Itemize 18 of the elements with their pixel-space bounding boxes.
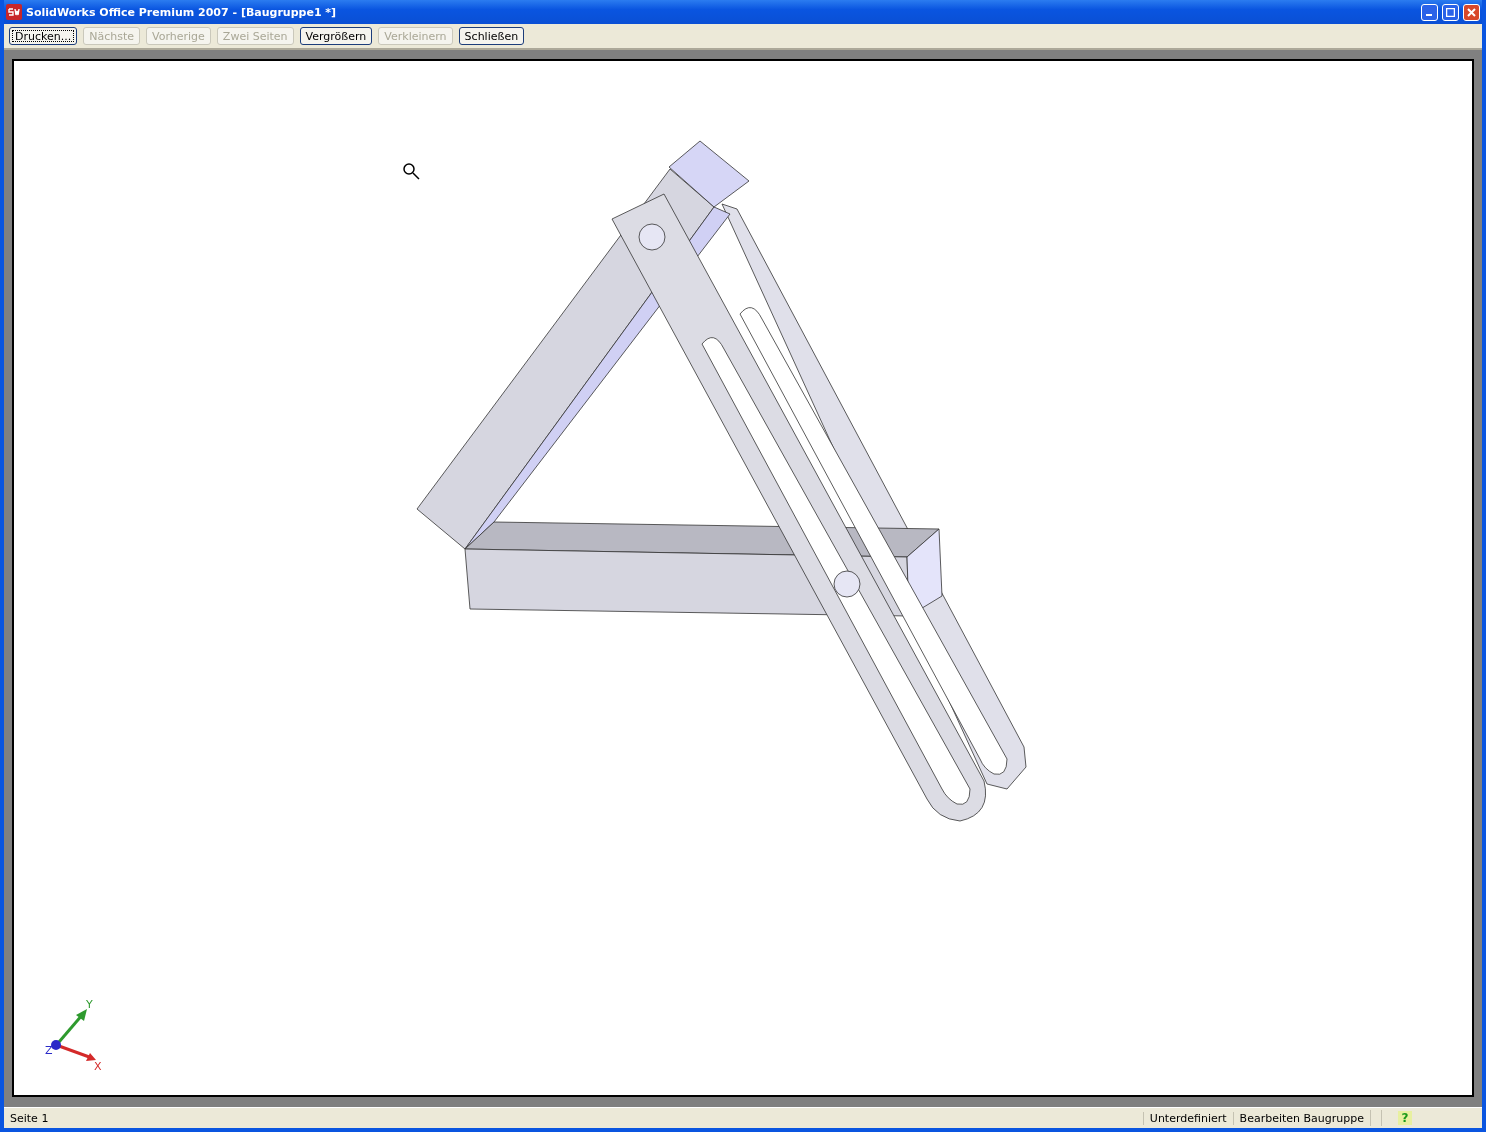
help-button[interactable]: ?: [1398, 1111, 1412, 1125]
app-logo-icon: [6, 4, 22, 20]
status-text: Seite 1: [9, 1111, 50, 1125]
minimize-button[interactable]: [1421, 3, 1438, 21]
close-icon: [1467, 7, 1476, 17]
close-button[interactable]: [1463, 3, 1480, 21]
status-text: Bearbeiten Baugruppe: [1232, 1111, 1370, 1125]
axis-label: Y: [86, 998, 93, 1011]
window-title: SolidWorks Office Premium 2007 - [Baugruppe1 *]: [26, 5, 338, 19]
toolbar-button[interactable]: Drucken...: [9, 27, 78, 45]
maximize-button[interactable]: [1442, 3, 1459, 21]
toolbar-button[interactable]: Vergrößern: [299, 27, 373, 45]
axis-label: X: [94, 1060, 102, 1073]
maximize-icon: [1446, 7, 1455, 17]
axis-label: Z: [45, 1044, 53, 1057]
status-text: Unterdefiniert: [1142, 1111, 1233, 1125]
toolbar-button[interactable]: Schließen: [458, 27, 525, 45]
magnifier-cursor-icon: [403, 163, 420, 180]
